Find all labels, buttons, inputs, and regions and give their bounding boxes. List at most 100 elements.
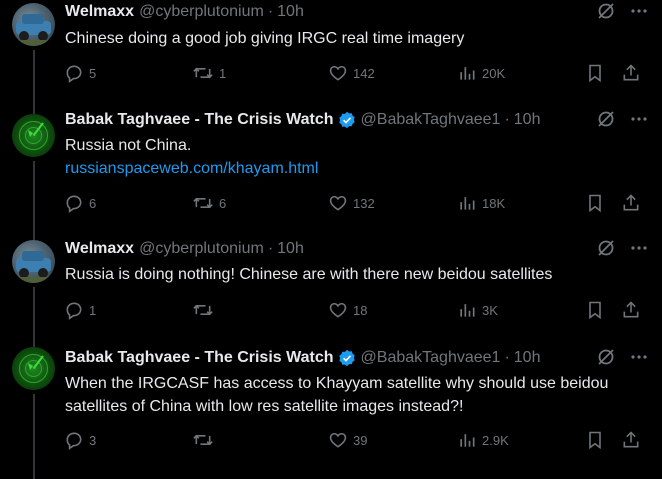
more-options-icon[interactable] (630, 239, 648, 257)
reply-icon (66, 432, 82, 450)
retweet-button[interactable]: 6 (192, 192, 226, 214)
grok-icon[interactable] (596, 238, 616, 258)
share-button[interactable] (621, 299, 641, 321)
tweet-header: Babak Taghvaee - The Crisis Watch @Babak… (65, 109, 648, 131)
avatar[interactable] (12, 114, 55, 157)
author-name[interactable]: Babak Taghvaee - The Crisis Watch (65, 349, 334, 367)
author-name[interactable]: Welmaxx (65, 240, 134, 258)
author-handle[interactable]: @BabakTaghvaee1 (361, 111, 501, 129)
author-handle[interactable]: @cyberplutonium (139, 240, 264, 258)
separator-dot: · (504, 111, 510, 128)
bookmark-button[interactable] (586, 62, 604, 84)
radar-avatar-image (19, 121, 48, 150)
share-button[interactable] (621, 192, 641, 214)
tweet[interactable]: Welmaxx @cyberplutonium · 10h Chinese do… (0, 0, 662, 112)
reply-icon (66, 195, 82, 213)
tweet-text: Russia is doing nothing! Chinese are wit… (65, 266, 553, 283)
retweet-button[interactable] (192, 299, 219, 321)
reply-button[interactable]: 3 (64, 429, 96, 451)
heart-icon (329, 65, 347, 81)
tweet-header: Babak Taghvaee - The Crisis Watch @Babak… (65, 347, 648, 369)
views-button[interactable]: 2.9K (457, 429, 509, 451)
views-icon (460, 304, 475, 317)
like-button[interactable]: 132 (328, 192, 375, 214)
thread-line (33, 394, 35, 479)
retweet-count: 1 (219, 65, 227, 81)
separator-dot: · (504, 349, 510, 366)
like-count: 132 (353, 195, 375, 211)
like-count: 18 (353, 302, 368, 318)
like-button[interactable]: 18 (328, 299, 367, 321)
views-button[interactable]: 18K (457, 192, 505, 214)
share-button[interactable] (621, 62, 641, 84)
author-handle[interactable]: @BabakTaghvaee1 (361, 349, 501, 367)
views-count: 20K (482, 65, 506, 81)
tweet-header: Welmaxx @cyberplutonium · 10h (65, 1, 648, 23)
reply-icon (66, 65, 82, 83)
tweet-actions: 3 39 2.9K (64, 429, 650, 451)
retweet-button[interactable]: 1 (192, 62, 226, 84)
tweet-actions: 6 6 132 18K (64, 192, 650, 214)
verified-badge-icon[interactable] (338, 349, 356, 367)
reply-button[interactable]: 5 (64, 62, 96, 84)
tweet-text: Russia not China. (65, 137, 192, 154)
views-icon (460, 67, 475, 80)
bookmark-button[interactable] (586, 192, 604, 214)
verified-badge-icon[interactable] (338, 111, 356, 129)
tweet-actions: 1 18 3K (64, 299, 650, 321)
retweet-icon (193, 434, 213, 446)
tweet[interactable]: Babak Taghvaee - The Crisis Watch @Babak… (0, 109, 662, 235)
tweet-actions: 5 1 142 20K (64, 62, 650, 84)
more-options-icon[interactable] (630, 2, 648, 20)
heart-icon (329, 302, 347, 318)
more-options-icon[interactable] (630, 110, 648, 128)
author-handle[interactable]: @cyberplutonium (139, 3, 264, 21)
bookmark-button[interactable] (586, 299, 604, 321)
separator-dot: · (267, 240, 274, 257)
reply-button[interactable]: 6 (64, 192, 96, 214)
retweet-icon (193, 67, 213, 79)
timestamp[interactable]: 10h (514, 111, 541, 129)
car-avatar-image (12, 14, 55, 46)
views-icon (460, 197, 475, 210)
views-count: 18K (482, 195, 506, 211)
tweet-text: Chinese doing a good job giving IRGC rea… (65, 30, 465, 47)
author-name[interactable]: Welmaxx (65, 3, 134, 21)
tweet-link[interactable]: russianspaceweb.com/khayam.html (65, 157, 648, 180)
timestamp[interactable]: 10h (277, 240, 304, 258)
heart-icon (329, 432, 347, 448)
thread-line (33, 50, 35, 112)
views-count: 3K (482, 302, 498, 318)
share-icon (623, 194, 639, 211)
avatar[interactable] (12, 347, 55, 390)
reply-count: 3 (89, 432, 97, 448)
tweet[interactable]: Babak Taghvaee - The Crisis Watch @Babak… (0, 345, 662, 479)
timestamp[interactable]: 10h (277, 3, 304, 21)
bookmark-icon (589, 194, 601, 213)
grok-icon[interactable] (596, 109, 616, 129)
retweet-icon (193, 197, 213, 209)
reply-button[interactable]: 1 (64, 299, 96, 321)
like-button[interactable]: 39 (328, 429, 367, 451)
grok-icon[interactable] (596, 347, 616, 367)
grok-icon[interactable] (596, 1, 616, 21)
radar-avatar-image (19, 354, 48, 383)
share-button[interactable] (621, 429, 641, 451)
views-button[interactable]: 3K (457, 299, 498, 321)
avatar[interactable] (12, 240, 55, 283)
tweet[interactable]: Welmaxx @cyberplutonium · 10h Russia is … (0, 235, 662, 345)
reply-icon (66, 302, 82, 320)
more-options-icon[interactable] (630, 348, 648, 366)
author-name[interactable]: Babak Taghvaee - The Crisis Watch (65, 111, 334, 129)
thread-line (33, 287, 35, 345)
bookmark-button[interactable] (586, 429, 604, 451)
views-button[interactable]: 20K (457, 62, 505, 84)
retweet-button[interactable] (192, 429, 219, 451)
tweet-text-line-2: satellites of China with low res satelli… (65, 398, 464, 415)
bookmark-icon (589, 431, 601, 450)
avatar[interactable] (12, 3, 55, 46)
like-button[interactable]: 142 (328, 62, 375, 84)
views-icon (460, 434, 475, 447)
reply-count: 6 (89, 195, 97, 211)
timestamp[interactable]: 10h (514, 349, 541, 367)
